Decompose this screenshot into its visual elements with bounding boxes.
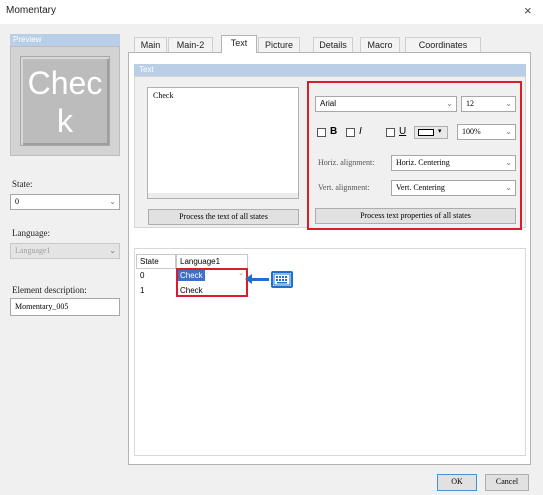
- underline-checkbox[interactable]: [386, 128, 395, 137]
- dropdown-arrow-icon: ⌄: [505, 158, 512, 167]
- color-dropdown-icon: ▾: [438, 127, 442, 135]
- window-title: Momentary: [6, 5, 57, 16]
- ok-button[interactable]: OK: [437, 474, 477, 491]
- text-horizontal-scrollbar[interactable]: [148, 193, 298, 198]
- scale-value: 100%: [462, 127, 481, 136]
- language-value: Language1: [15, 246, 51, 255]
- font-size-value: 12: [466, 99, 474, 108]
- state-select[interactable]: 0 ⌄: [10, 194, 120, 210]
- tab-macro[interactable]: Macro: [360, 37, 400, 52]
- grid-cell-state: 0: [140, 271, 145, 280]
- dropdown-arrow-icon: ⌄: [505, 99, 512, 108]
- tab-text[interactable]: Text: [221, 35, 257, 53]
- column-header-language1: Language1: [176, 254, 248, 269]
- dropdown-arrow-icon: ⌄: [109, 197, 116, 206]
- horiz-alignment-label: Horiz. alignment:: [318, 158, 375, 167]
- font-color-picker[interactable]: ▾: [414, 126, 448, 139]
- tab-picture[interactable]: Picture: [258, 37, 300, 52]
- dropdown-arrow-icon: ⌄: [505, 127, 512, 136]
- process-text-properties-button[interactable]: Process text properties of all states: [315, 208, 516, 224]
- color-swatch: [418, 129, 434, 136]
- text-section-header: Text: [134, 64, 526, 76]
- underline-label: U: [399, 126, 407, 137]
- tab-main-2[interactable]: Main-2: [168, 37, 213, 52]
- font-name-select[interactable]: Arial ⌄: [315, 96, 457, 112]
- title-bar: [0, 0, 543, 24]
- horiz-alignment-value: Horiz. Centering: [396, 158, 450, 167]
- dropdown-arrow-icon: ⌄: [505, 183, 512, 192]
- element-description-input[interactable]: Momentary_005: [10, 298, 120, 316]
- preview-text: Check: [27, 65, 103, 139]
- language-select: Language1 ⌄: [10, 243, 120, 259]
- preview-header: Preview: [10, 34, 120, 46]
- keyboard-icon: [271, 271, 293, 288]
- state-value: 0: [15, 197, 19, 206]
- language-label: Language:: [12, 228, 50, 238]
- vert-alignment-value: Vert. Centering: [396, 183, 445, 192]
- dropdown-arrow-icon: ⌄: [109, 246, 116, 255]
- tab-main[interactable]: Main: [134, 37, 167, 52]
- language-cells-highlight: [176, 268, 248, 297]
- horiz-alignment-select[interactable]: Horiz. Centering ⌄: [391, 155, 516, 171]
- bold-label: B: [330, 126, 338, 137]
- vert-alignment-label: Vert. alignment:: [318, 183, 370, 192]
- tab-details[interactable]: Details: [313, 37, 353, 52]
- element-description-label: Element description:: [12, 285, 87, 295]
- font-name-value: Arial: [320, 99, 337, 108]
- scale-select[interactable]: 100% ⌄: [457, 124, 516, 140]
- tab-coordinates[interactable]: Coordinates: [405, 37, 481, 52]
- column-header-state: State: [136, 254, 176, 269]
- vert-alignment-select[interactable]: Vert. Centering ⌄: [391, 180, 516, 196]
- arrow-left-shaft: [251, 278, 269, 281]
- italic-label: I: [359, 126, 362, 137]
- bold-checkbox[interactable]: [317, 128, 326, 137]
- grid-cell-state: 1: [140, 286, 145, 295]
- dropdown-arrow-icon: ⌄: [446, 99, 453, 108]
- state-label: State:: [12, 179, 33, 189]
- cancel-button[interactable]: Cancel: [485, 474, 529, 491]
- close-icon[interactable]: ×: [524, 3, 532, 18]
- italic-checkbox[interactable]: [346, 128, 355, 137]
- font-size-select[interactable]: 12 ⌄: [461, 96, 516, 112]
- text-content-input[interactable]: Check: [147, 87, 299, 199]
- process-text-all-states-button[interactable]: Process the text of all states: [148, 209, 299, 225]
